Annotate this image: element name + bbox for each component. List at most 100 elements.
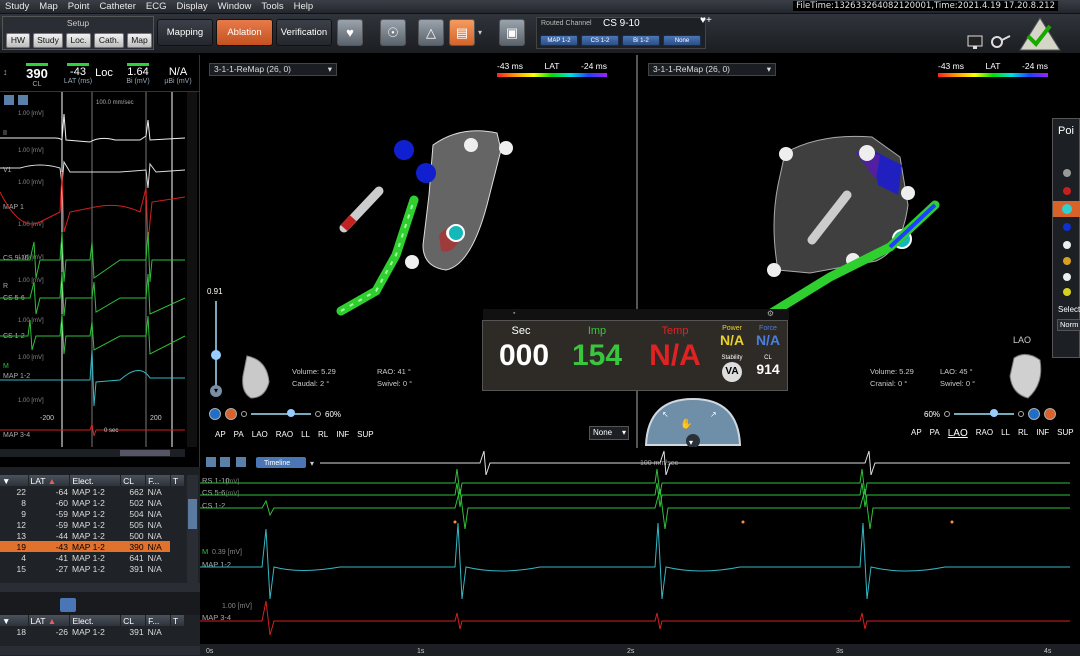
table-row[interactable]: 18 -26 MAP 1-2 391 N/A <box>0 626 185 637</box>
view-inf-button[interactable]: INF <box>1036 428 1049 439</box>
view-sup-button[interactable]: SUP <box>357 430 373 439</box>
splitter-bar[interactable] <box>0 467 200 475</box>
view-pa-button[interactable]: PA <box>234 430 244 439</box>
left-ecg-hscroll-thumb[interactable] <box>120 450 170 456</box>
hand-icon: ✋ <box>680 417 692 430</box>
catheter-nav-widget[interactable]: ✋ ↖ ↗ ▾ <box>644 397 742 447</box>
mode-ablation-button[interactable]: Ablation <box>216 19 273 46</box>
setup-hw-button[interactable]: HW <box>6 33 30 48</box>
view-rl-button[interactable]: RL <box>318 430 328 439</box>
zoom-row-b: 60% <box>924 408 1057 420</box>
point-select-dropdown[interactable]: Norm <box>1057 319 1080 331</box>
col-f[interactable]: F... <box>145 475 171 486</box>
rotate-icon[interactable] <box>1028 408 1041 420</box>
view-rao-button[interactable]: RAO <box>976 428 993 439</box>
col-elect[interactable]: Elect. <box>69 615 122 626</box>
ecg-tool-icon[interactable] <box>4 95 14 105</box>
rotate-icon[interactable] <box>209 408 221 420</box>
col-lat[interactable]: LAT ▲ <box>28 475 71 486</box>
egm-strip-panel[interactable]: Timeline ▾ 100 mm/sec RS 1-10 CS 5-6 CS … <box>200 449 1080 656</box>
compass-tool-button[interactable]: ☉ <box>380 19 406 46</box>
ecg-zoom-icon[interactable] <box>18 95 28 105</box>
light-icon[interactable] <box>225 408 237 420</box>
catheter-icon: ▤ <box>455 24 469 40</box>
table-toggle-icon[interactable] <box>60 598 76 612</box>
minimize-icon[interactable]: ▪ <box>513 310 515 317</box>
points-table-hscroll[interactable] <box>0 583 200 592</box>
routed-channel-value[interactable]: CS 9-10 <box>603 18 640 29</box>
table-row[interactable]: 15 -27 MAP 1-2 391 N/A <box>0 563 185 574</box>
none-select[interactable]: None ▾ <box>589 426 629 440</box>
col-cl[interactable]: CL <box>120 615 147 626</box>
col-t[interactable]: T <box>170 475 186 486</box>
menu-window[interactable]: Window <box>213 1 257 12</box>
menu-tools[interactable]: Tools <box>256 1 288 12</box>
settings-icon[interactable]: ⚙ <box>767 309 774 318</box>
menu-help[interactable]: Help <box>289 1 319 12</box>
view-pa-button[interactable]: PA <box>930 428 940 439</box>
points-table-scroll-thumb[interactable] <box>188 499 197 529</box>
table-cell: 13 <box>16 530 26 541</box>
col-f[interactable]: F... <box>145 615 171 626</box>
zoom-in-icon[interactable] <box>315 411 321 417</box>
zoom-out-icon[interactable] <box>241 411 247 417</box>
monitor-tool-button[interactable]: ▣ <box>499 19 525 46</box>
view-lao-button[interactable]: LAO <box>948 428 968 439</box>
setup-study-button[interactable]: Study <box>33 33 63 48</box>
view-ap-button[interactable]: AP <box>911 428 922 439</box>
dropdown-arrow-icon[interactable]: ▾ <box>478 28 482 37</box>
table-row[interactable]: 8 -60 MAP 1-2 502 N/A <box>0 497 185 508</box>
menu-display[interactable]: Display <box>171 1 212 12</box>
mode-mapping-button[interactable]: Mapping <box>157 19 213 46</box>
routed-none-button[interactable]: None <box>663 35 701 46</box>
view-ll-button[interactable]: LL <box>301 430 310 439</box>
view-sup-button[interactable]: SUP <box>1057 428 1073 439</box>
menu-catheter[interactable]: Catheter <box>94 1 140 12</box>
table-row[interactable]: 4 -41 MAP 1-2 641 N/A <box>0 552 185 563</box>
view-rao-button[interactable]: RAO <box>276 430 293 439</box>
zoom-slider-a[interactable] <box>251 409 311 417</box>
selected-table-hscroll[interactable] <box>0 646 200 655</box>
menu-ecg[interactable]: ECG <box>141 1 172 12</box>
light-icon[interactable] <box>1044 408 1057 420</box>
col-t[interactable]: T <box>170 615 186 626</box>
point-list-panel[interactable]: Poi Select Norm <box>1052 118 1080 358</box>
shape-tool-button[interactable]: △ <box>418 19 444 46</box>
table-row[interactable]: 19 -43 MAP 1-2 390 N/A <box>0 541 185 552</box>
table-row[interactable]: 13 -44 MAP 1-2 500 N/A <box>0 530 185 541</box>
setup-map-button[interactable]: Map <box>127 33 152 48</box>
col-elect[interactable]: Elect. <box>69 475 122 486</box>
routed-bi12-button[interactable]: Bi 1-2 <box>622 35 660 46</box>
mode-verification-button[interactable]: Verification <box>276 19 332 46</box>
points-table-scrollbar[interactable] <box>187 475 198 592</box>
catheter-tool-button[interactable]: ▤ <box>449 19 475 46</box>
setup-cath-button[interactable]: Cath. <box>94 33 124 48</box>
routed-cs12-button[interactable]: CS 1-2 <box>581 35 619 46</box>
menu-study[interactable]: Study <box>0 1 34 12</box>
col-filter-icon[interactable]: ▼ <box>0 615 29 626</box>
view-rl-button[interactable]: RL <box>1018 428 1028 439</box>
heart-tool-button[interactable]: ♥ <box>337 19 363 46</box>
table-row[interactable]: 22 -64 MAP 1-2 662 N/A <box>0 486 185 497</box>
point-tag-list[interactable] <box>1053 149 1080 299</box>
zoom-in-icon[interactable] <box>1018 411 1025 417</box>
zoom-slider-b[interactable] <box>954 409 1015 417</box>
table-row[interactable]: 12 -59 MAP 1-2 505 N/A <box>0 519 185 530</box>
col-cl[interactable]: CL <box>120 475 147 486</box>
col-lat[interactable]: LAT ▲ <box>28 615 71 626</box>
zoom-out-icon[interactable] <box>944 411 951 417</box>
table-row[interactable]: 9 -59 MAP 1-2 504 N/A <box>0 508 185 519</box>
table-cell: N/A <box>147 497 162 508</box>
view-ap-button[interactable]: AP <box>215 430 226 439</box>
view-inf-button[interactable]: INF <box>336 430 349 439</box>
points-table[interactable]: ▼ LAT ▲ Elect. CL F... T 22 -64 MAP 1-2 662… <box>0 475 200 592</box>
selected-point-table[interactable]: ▼ LAT ▲ Elect. CL F... T 18 -26 MAP 1-2 391… <box>0 615 200 656</box>
setup-loc-button[interactable]: Loc. <box>66 33 91 48</box>
left-ecg-scrollbar[interactable] <box>187 92 197 447</box>
menu-point[interactable]: Point <box>63 1 95 12</box>
routed-map12-button[interactable]: MAP 1-2 <box>540 35 578 46</box>
view-ll-button[interactable]: LL <box>1001 428 1010 439</box>
menu-map[interactable]: Map <box>34 1 62 12</box>
col-filter-icon[interactable]: ▼ <box>0 475 29 486</box>
view-lao-button[interactable]: LAO <box>252 430 268 439</box>
